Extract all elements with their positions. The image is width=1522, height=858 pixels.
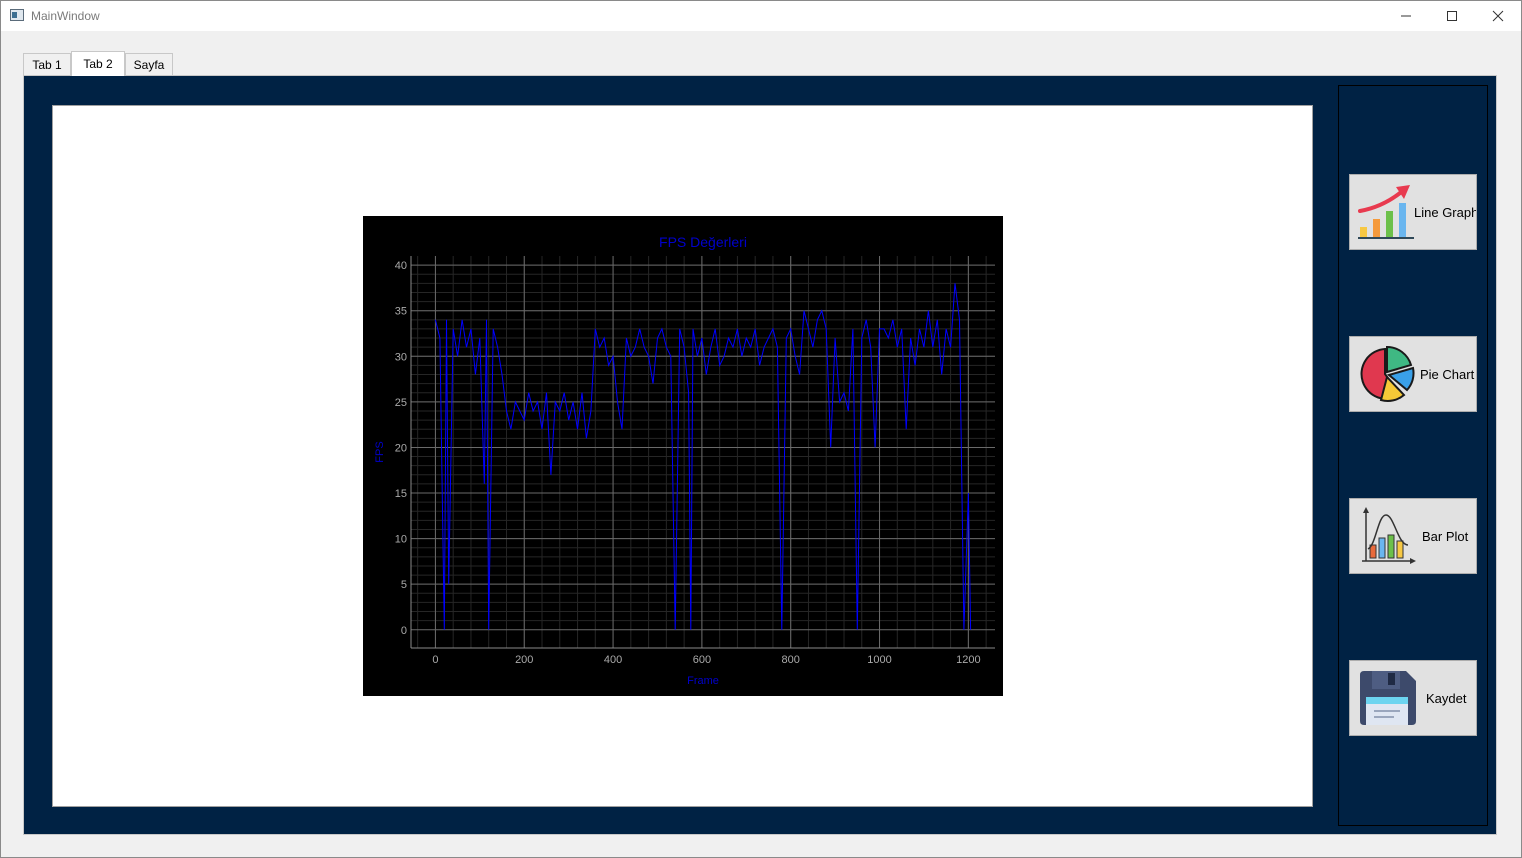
x-tick-label: 600 bbox=[693, 654, 711, 666]
chart-figure: 0 200 400 600 800 1000 1200 0 5 10 15 20 25 30 35 40 FP… bbox=[363, 216, 1003, 696]
y-tick-label: 15 bbox=[395, 488, 407, 500]
x-tick-label: 1000 bbox=[867, 654, 891, 666]
title-bar[interactable]: MainWindow bbox=[1, 1, 1521, 31]
y-tick-label: 10 bbox=[395, 534, 407, 546]
bar-plot-label: Bar Plot bbox=[1422, 529, 1469, 544]
tab-sayfa[interactable]: Sayfa bbox=[125, 53, 173, 75]
maximize-icon bbox=[1447, 11, 1457, 21]
y-tick-label: 0 bbox=[401, 625, 407, 637]
y-tick-label: 30 bbox=[395, 351, 407, 363]
window-title: MainWindow bbox=[31, 9, 100, 23]
y-axis-label: FPS bbox=[374, 441, 386, 462]
pie-chart-label: Pie Chart bbox=[1420, 367, 1475, 382]
maximize-button[interactable] bbox=[1429, 1, 1475, 31]
y-tick-label: 5 bbox=[401, 579, 407, 591]
minimize-icon bbox=[1401, 15, 1411, 17]
floppy-disk-icon bbox=[1360, 671, 1416, 725]
close-icon bbox=[1492, 10, 1504, 22]
fps-line-chart: 0 200 400 600 800 1000 1200 0 5 10 15 20 25 30 35 40 FP… bbox=[374, 234, 995, 687]
line-graph-icon bbox=[1358, 185, 1414, 239]
chart-title: FPS Değerleri bbox=[659, 234, 747, 250]
chart-axes bbox=[410, 256, 995, 649]
close-button[interactable] bbox=[1475, 1, 1521, 31]
bar-plot-icon bbox=[1362, 507, 1416, 564]
y-tick-label: 20 bbox=[395, 442, 407, 454]
tab-1[interactable]: Tab 1 bbox=[23, 53, 71, 75]
save-button[interactable]: Kaydet bbox=[1349, 660, 1477, 736]
chart-canvas: 0 200 400 600 800 1000 1200 0 5 10 15 20 25 30 35 40 FP… bbox=[52, 105, 1313, 807]
side-button-panel: Line Graph Pie Chart Bar Plot Kaydet bbox=[1338, 85, 1488, 826]
x-axis-label: Frame bbox=[687, 675, 719, 687]
y-tick-label: 40 bbox=[395, 260, 407, 272]
line-graph-button[interactable]: Line Graph bbox=[1349, 174, 1477, 250]
minor-grid bbox=[411, 256, 995, 648]
pie-chart-icon bbox=[1360, 345, 1415, 402]
x-tick-label: 1200 bbox=[956, 654, 980, 666]
y-tick-label: 35 bbox=[395, 306, 407, 318]
bar-plot-button[interactable]: Bar Plot bbox=[1349, 498, 1477, 574]
line-graph-label: Line Graph bbox=[1414, 205, 1477, 220]
major-grid bbox=[411, 256, 995, 648]
main-window: MainWindow Tab 1 Tab 2 Sayfa 0 200 400 600 8… bbox=[0, 0, 1522, 858]
minimize-button[interactable] bbox=[1383, 1, 1429, 31]
tab-panel: 0 200 400 600 800 1000 1200 0 5 10 15 20 25 30 35 40 FP… bbox=[23, 75, 1497, 835]
x-tick-label: 800 bbox=[782, 654, 800, 666]
app-icon bbox=[10, 9, 24, 21]
pie-chart-button[interactable]: Pie Chart bbox=[1349, 336, 1477, 412]
x-tick-label: 0 bbox=[432, 654, 438, 666]
y-tick-label: 25 bbox=[395, 397, 407, 409]
save-label: Kaydet bbox=[1426, 691, 1467, 706]
x-tick-label: 400 bbox=[604, 654, 622, 666]
x-tick-label: 200 bbox=[515, 654, 533, 666]
tab-2[interactable]: Tab 2 bbox=[71, 51, 125, 76]
